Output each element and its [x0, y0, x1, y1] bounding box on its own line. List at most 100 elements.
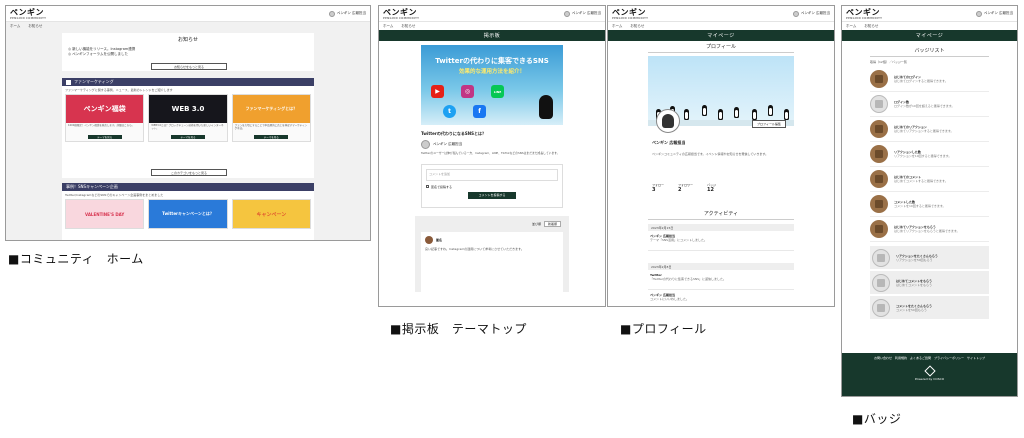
- site-logo[interactable]: ペンギン PENGUIN COMMUNITY: [612, 7, 648, 20]
- activity-item[interactable]: Twitter 「Twitterの代わりに集客できるSNS」に返信しました。: [648, 270, 794, 290]
- card-text: WEB3.0とは？ブロックチェーン技術を用いた新しいインターネット。: [151, 124, 224, 130]
- theme-card-image: キャンペーン: [232, 200, 310, 228]
- logo-sub: PENGUIN COMMUNITY: [10, 17, 47, 20]
- tab-badges[interactable]: バッジリスト: [842, 47, 1017, 54]
- view-theme-button[interactable]: テーマを見る: [87, 135, 122, 139]
- caption-board: ■掲示板 テーマトップ: [390, 322, 527, 336]
- activity-section: アクティビティ 2023年2月15日 ペンギン 広報担当 テーマ「SNS活用」に…: [608, 208, 834, 306]
- user-menu[interactable]: ペンギン 広報担当: [328, 10, 366, 17]
- badge-desc: はじめてリアクションをもらうと獲得できます。: [894, 229, 960, 233]
- author-avatar-icon: [421, 140, 430, 149]
- penguin-shape: [718, 109, 723, 120]
- footer-links[interactable]: お問い合わせ 利用規約 よくあるご質問 プライバシーポリシー サイトトップ: [842, 353, 1017, 360]
- post-hero-image: Twitterの代わりに集客できるSNS 効果的な運用方法を紹介！ ▶ ◎ LI…: [421, 45, 563, 125]
- sort-select[interactable]: 新着順: [543, 220, 561, 227]
- nav-home[interactable]: ホーム: [846, 24, 856, 29]
- post: Twitterの代わりに集客できるSNS 効果的な運用方法を紹介！ ▶ ◎ LI…: [421, 45, 563, 156]
- activity-item[interactable]: ペンギン 広報担当 テーマ「SNS活用」にコメントしました。: [648, 231, 794, 251]
- penguin-illustration: [539, 95, 553, 119]
- site-header: ペンギン PENGUIN COMMUNITY ペンギン 広報担当: [379, 6, 605, 22]
- locked-badge-icon: [872, 273, 890, 292]
- theme-card[interactable]: ペンギン福袋 1000個限定！ペンギン福袋を発売します。詳細はこちら。 テーマを…: [65, 94, 145, 142]
- badge-item[interactable]: はじめてのコメント はじめてコメントすると獲得できます。: [870, 167, 989, 192]
- more-notices-button[interactable]: お知らせをもっと見る: [151, 63, 227, 70]
- anonymous-option[interactable]: 匿名で投稿する: [426, 185, 558, 189]
- activity-text: コメントにいいねしました。: [650, 297, 690, 301]
- locked-badge-item[interactable]: はじめてコメントをもらう はじめてコメントをもらう: [870, 271, 989, 294]
- badge-item[interactable]: リアクションした数 リアクションを10回すると獲得できます。: [870, 142, 989, 167]
- global-nav: ホーム お知らせ: [379, 22, 605, 30]
- powered-by: Powered by COSCO: [914, 377, 945, 381]
- logo-sub: PENGUIN COMMUNITY: [846, 17, 883, 20]
- global-nav: ホーム お知らせ: [842, 22, 1017, 30]
- anonymous-label: 匿名で投稿する: [431, 184, 453, 189]
- card-text: 1000個限定！ペンギン福袋を発売します。詳細はこちら。: [68, 124, 135, 127]
- theme-card[interactable]: Twitterキャンペーンとは？: [148, 199, 228, 229]
- comment-input[interactable]: コメントを追加: [426, 168, 558, 181]
- badge-desc: コメントを50回もらう: [896, 307, 927, 312]
- stat-value: 3: [652, 187, 656, 193]
- nav-home[interactable]: ホーム: [10, 24, 20, 29]
- site-logo[interactable]: ペンギン PENGUIN COMMUNITY: [10, 7, 46, 20]
- site-logo[interactable]: ペンギン PENGUIN COMMUNITY: [846, 7, 882, 20]
- card-image-text: VALENTINE'S DAY: [85, 211, 125, 217]
- theme-card-image: ペンギン福袋: [66, 95, 144, 123]
- profile-name: ペンギン 広報担当: [652, 140, 686, 145]
- theme-card[interactable]: キャンペーン: [231, 199, 311, 229]
- footer-logo-icon: [923, 365, 936, 377]
- post-author[interactable]: ペンギン 広報担当: [421, 140, 563, 149]
- theme-card[interactable]: VALENTINE'S DAY: [65, 199, 145, 229]
- view-theme-button[interactable]: テーマを見る: [254, 135, 289, 139]
- badge-icon: [870, 170, 888, 188]
- badge-item[interactable]: コメントした数 コメントを10回すると獲得できます。: [870, 192, 989, 217]
- facebook-icon: f: [473, 105, 486, 118]
- nav-notices[interactable]: お知らせ: [401, 24, 415, 29]
- locked-badge-item[interactable]: コメントをたくさんもらう コメントを50回もらう: [870, 296, 989, 319]
- site-logo[interactable]: ペンギン PENGUIN COMMUNITY: [383, 7, 419, 20]
- instagram-icon: ◎: [461, 85, 474, 98]
- theme-card[interactable]: WEB 3.0 WEB3.0とは？ブロックチェーン技術を用いた新しいインターネッ…: [148, 94, 228, 142]
- more-category-button[interactable]: このカテゴリをもっと見る: [151, 169, 227, 176]
- comment-item: 匿名 良い記事ですね。Instagramの運用について参考にさせていただきます。: [421, 231, 563, 292]
- twitter-icon: t: [443, 105, 456, 118]
- user-menu[interactable]: ペンギン 広報担当: [563, 10, 601, 17]
- badge-name: はじめてコメントをもらう: [896, 278, 933, 283]
- stat-followers[interactable]: フォロワー 2: [678, 183, 693, 193]
- stat-follow[interactable]: フォロー 3: [652, 183, 664, 193]
- nav-home[interactable]: ホーム: [383, 24, 393, 29]
- badge-item[interactable]: はじめてのログイン はじめてログインすると獲得できます。: [870, 67, 989, 92]
- edit-profile-button[interactable]: プロフィール編集: [752, 120, 786, 128]
- nav-notices[interactable]: お知らせ: [28, 24, 42, 29]
- submit-comment-button[interactable]: コメントを投稿する: [468, 191, 516, 199]
- activity-item[interactable]: ペンギン 広報担当 コメントにいいねしました。: [648, 290, 794, 306]
- view-theme-button[interactable]: テーマを見る: [170, 135, 205, 139]
- card-text: ファンを大切にすることで中長期的に売上を伸ばすマーケティング手法。: [234, 124, 307, 130]
- badge-item[interactable]: はじめてのリアクション はじめてリアクションすると獲得できます。: [870, 117, 989, 142]
- nav-home[interactable]: ホーム: [612, 24, 622, 29]
- notice-item[interactable]: ◎ ペンギンフォーラムを公開しました: [68, 52, 310, 57]
- stat-value: 12: [707, 187, 714, 193]
- nav-notices[interactable]: お知らせ: [864, 24, 878, 29]
- badge-desc: はじめてリアクションすると獲得できます。: [894, 129, 954, 133]
- badge-item[interactable]: はじめてリアクションをもらう はじめてリアクションをもらうと獲得できます。: [870, 217, 989, 242]
- card-image-text: ファンマーケティングとは？: [245, 106, 298, 111]
- theme-card[interactable]: ファンマーケティングとは？ ファンを大切にすることで中長期的に売上を伸ばすマーケ…: [231, 94, 311, 142]
- user-menu[interactable]: ペンギン 広報担当: [792, 10, 830, 17]
- site-header: ペンギン PENGUIN COMMUNITY ペンギン 広報担当: [608, 6, 834, 22]
- locked-badge-item[interactable]: リアクションをたくさんもらう リアクションを50回もらう: [870, 246, 989, 269]
- tab-profile[interactable]: プロフィール: [608, 43, 834, 50]
- post-body: Twitterのユーザーは伸び悩んでいる一方、Instagram、LINE、Ti…: [421, 151, 560, 155]
- activity-title: アクティビティ: [703, 211, 739, 217]
- activity-text: 「Twitterの代わりに集客できるSNS」に返信しました。: [650, 277, 727, 281]
- user-menu[interactable]: ペンギン 広報担当: [975, 10, 1013, 17]
- badge-count: 取得（12個）／バッジ一覧: [870, 60, 907, 64]
- checkbox-icon[interactable]: [426, 185, 429, 188]
- badge-icon: [870, 95, 888, 113]
- section-title: 事例！SNSキャンペーン企画: [66, 184, 118, 189]
- nav-notices[interactable]: お知らせ: [630, 24, 644, 29]
- badge-icon: [870, 195, 888, 213]
- badge-item[interactable]: ログイン数 ログイン数が10回を超えると獲得できます。: [870, 92, 989, 117]
- stat-badges[interactable]: バッジ 12: [707, 183, 716, 193]
- stat-value: 2: [678, 187, 682, 193]
- activity-date: 2023年2月8日: [648, 263, 794, 270]
